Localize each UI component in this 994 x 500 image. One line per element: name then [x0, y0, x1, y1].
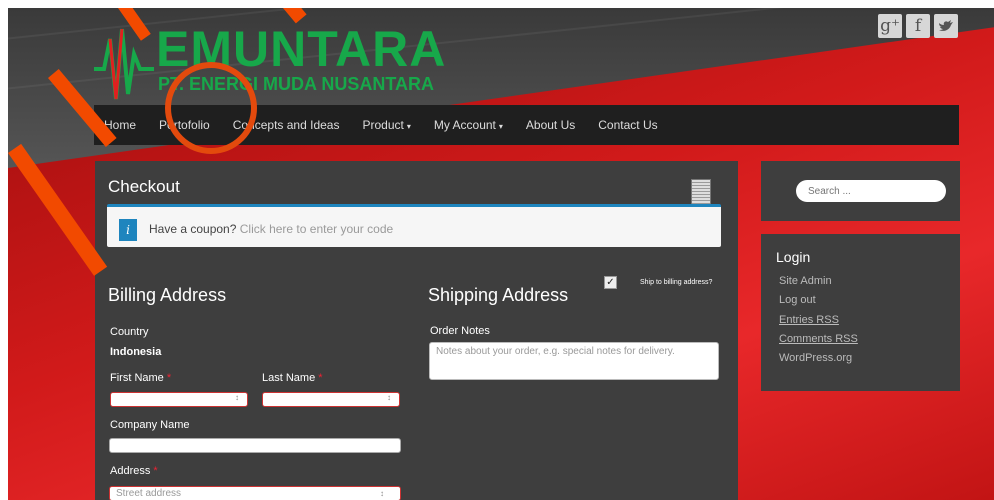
- nav-contact[interactable]: Contact Us: [598, 118, 657, 132]
- link-wordpress-org[interactable]: WordPress.org: [779, 352, 852, 364]
- last-name-label: Last Name *: [262, 372, 323, 384]
- order-notes-field[interactable]: Notes about your order, e.g. special not…: [429, 342, 719, 380]
- nav-account-label: My Account: [433, 118, 496, 132]
- watermark-stroke: [8, 143, 108, 276]
- country-value[interactable]: Indonesia: [110, 346, 161, 358]
- company-label: Company Name: [110, 419, 190, 431]
- sidebar-search-widget: [761, 161, 960, 221]
- facebook-icon[interactable]: f: [906, 14, 930, 38]
- order-notes-placeholder: Notes about your order, e.g. special not…: [436, 346, 675, 357]
- last-name-label-text: Last Name: [262, 372, 316, 384]
- social-links: g⁺ f: [878, 14, 958, 38]
- address-label-text: Address: [110, 465, 151, 477]
- coupon-link[interactable]: Click here to enter your code: [240, 222, 393, 236]
- print-icon[interactable]: [691, 179, 711, 205]
- coupon-text: Have a coupon? Click here to enter your …: [149, 222, 393, 236]
- shipping-heading: Shipping Address: [428, 285, 569, 305]
- ship-to-billing-checkbox[interactable]: ✓: [604, 276, 617, 289]
- address-label: Address *: [110, 465, 158, 477]
- billing-heading: Billing Address: [108, 285, 227, 305]
- country-label: Country: [110, 326, 149, 338]
- checkout-panel: Checkout i Have a coupon? Click here to …: [95, 161, 738, 500]
- link-entries-rss[interactable]: Entries RSS: [779, 314, 839, 326]
- info-icon: i: [119, 219, 137, 241]
- link-log-out[interactable]: Log out: [779, 294, 816, 306]
- first-name-field[interactable]: ↕: [110, 392, 248, 407]
- nav-product[interactable]: Product ▾: [362, 118, 410, 132]
- watermark-ring: [165, 62, 257, 154]
- street-address-placeholder: Street address: [116, 488, 182, 499]
- login-heading: Login: [776, 249, 811, 265]
- coupon-prefix: Have a coupon?: [149, 222, 237, 236]
- twitter-icon[interactable]: [934, 14, 958, 38]
- link-comments-rss[interactable]: Comments RSS: [779, 333, 858, 345]
- chevron-down-icon: ▾: [498, 122, 503, 131]
- page-background: EMUNTARA PT. ENERGI MUDA NUSANTARA g⁺ f …: [8, 8, 994, 500]
- page-title: Checkout: [108, 177, 180, 196]
- order-notes-label: Order Notes: [430, 325, 490, 337]
- coupon-notice: i Have a coupon? Click here to enter you…: [107, 204, 721, 247]
- google-plus-icon[interactable]: g⁺: [878, 14, 902, 38]
- sidebar-login-widget: Login Site Admin Log out Entries RSS Com…: [761, 234, 960, 391]
- ship-to-billing-label: Ship to billing address?: [640, 279, 713, 286]
- nav-about[interactable]: About Us: [526, 118, 575, 132]
- first-name-label-text: First Name: [110, 372, 164, 384]
- search-input[interactable]: [796, 180, 946, 202]
- first-name-label: First Name *: [110, 372, 171, 384]
- field-resize-icon: ↕: [380, 489, 384, 498]
- field-resize-icon: ↕: [387, 393, 391, 402]
- required-mark: *: [318, 372, 323, 384]
- nav-my-account[interactable]: My Account ▾: [434, 118, 503, 132]
- company-field[interactable]: [109, 438, 401, 453]
- field-resize-icon: ↕: [235, 393, 239, 402]
- required-mark: *: [153, 465, 158, 477]
- required-mark: *: [166, 372, 172, 384]
- street-address-field[interactable]: Street address ↕: [109, 486, 401, 500]
- chevron-down-icon: ▾: [406, 122, 411, 131]
- link-site-admin[interactable]: Site Admin: [779, 275, 832, 287]
- nav-product-label: Product: [362, 118, 404, 132]
- last-name-field[interactable]: ↕: [262, 392, 400, 407]
